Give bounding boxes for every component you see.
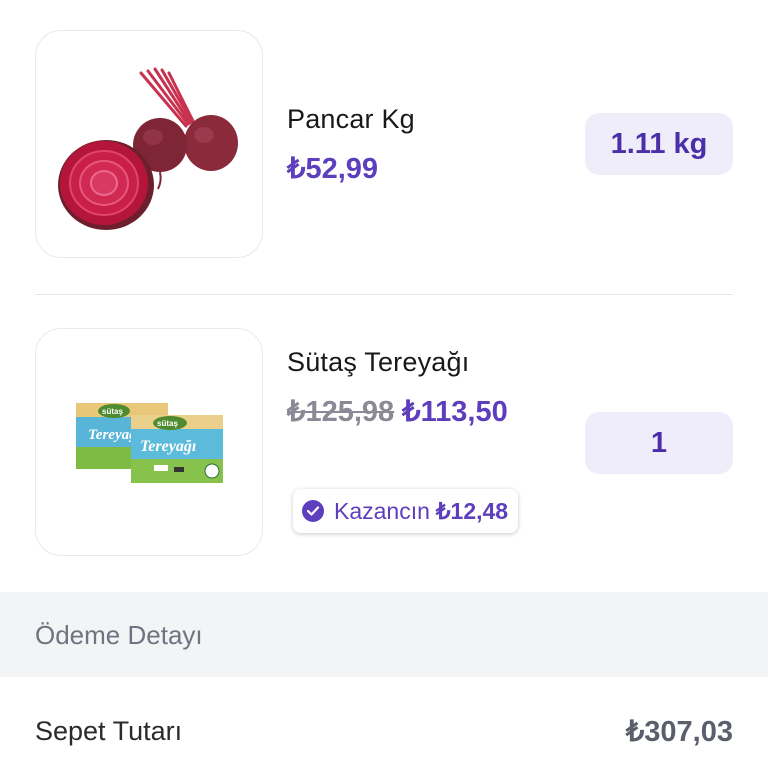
product-image-butter[interactable]: sütaş Tereyağı sütaş Tereyağı (35, 328, 263, 556)
savings-amount: ₺12,48 (435, 497, 509, 524)
quantity-button[interactable]: 1 (585, 412, 733, 474)
product-old-price: ₺125,98 (287, 396, 395, 428)
package-label-front: Tereyağı (140, 438, 196, 455)
package-brand-front: sütaş (157, 419, 178, 428)
basket-total-value: ₺307,03 (625, 716, 733, 748)
package-brand-back: sütaş (102, 407, 123, 416)
item-divider (35, 294, 733, 295)
payment-details-header: Ödeme Detayı (0, 592, 768, 677)
beetroot-image (58, 67, 238, 230)
payment-details-title: Ödeme Detayı (35, 620, 203, 650)
product-price-row: ₺125,98 ₺113,50 (287, 394, 508, 429)
savings-label: Kazancın (334, 497, 430, 524)
savings-badge: Kazancın ₺12,48 (293, 489, 519, 533)
product-name: Sütaş Tereyağı (287, 347, 470, 377)
product-name: Pancar Kg (287, 104, 415, 134)
basket-total-label: Sepet Tutarı (35, 716, 183, 746)
check-circle-icon (302, 500, 324, 522)
quantity-button[interactable]: 1.11 kg (585, 113, 733, 175)
butter-package-image: sütaş Tereyağı sütaş Tereyağı (76, 403, 223, 483)
cart-page: Pancar Kg ₺52,99 1.11 kg sütaş Tereyağı … (0, 0, 768, 768)
product-price: ₺113,50 (402, 396, 508, 428)
product-image-beetroot[interactable] (35, 30, 263, 258)
product-price: ₺52,99 (287, 153, 379, 185)
